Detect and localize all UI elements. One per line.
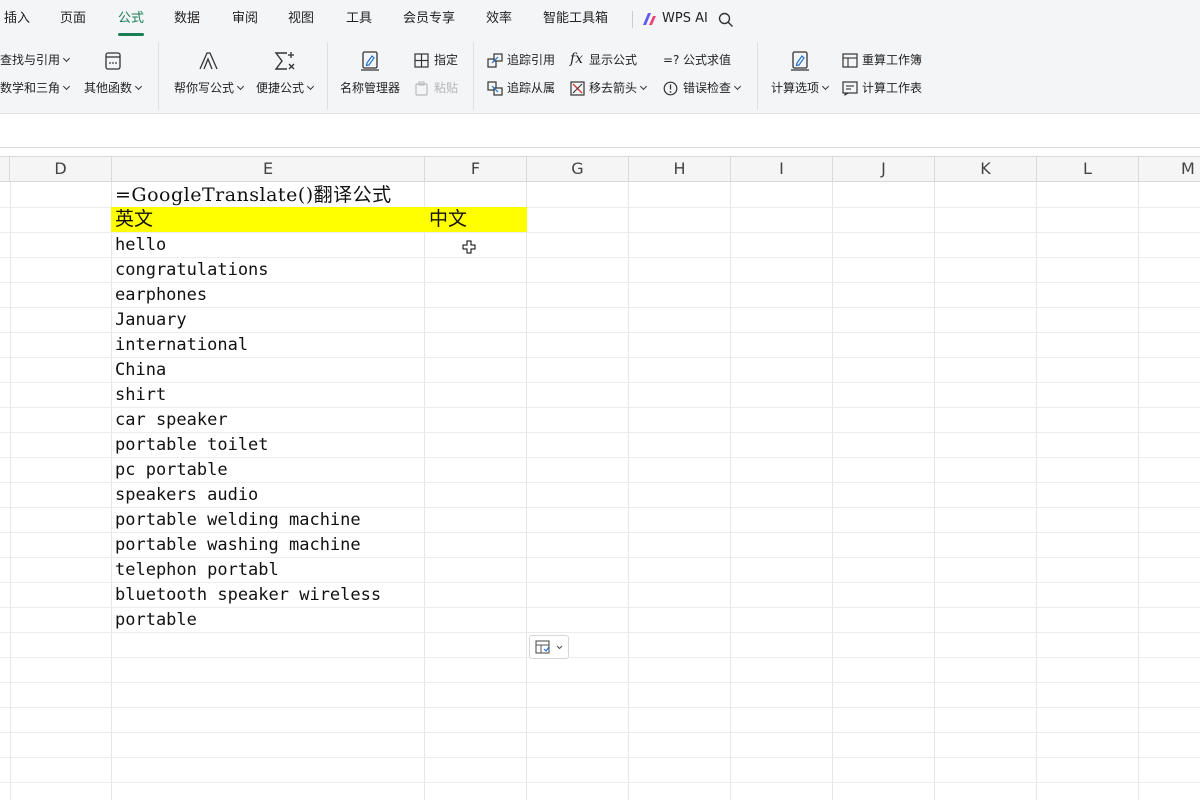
column-header-c-partial[interactable] bbox=[0, 157, 10, 181]
chevron-down-icon bbox=[556, 645, 563, 650]
paste-icon bbox=[415, 81, 428, 96]
cell-e2-header-english[interactable]: 英文 bbox=[111, 207, 425, 232]
column-header-i[interactable]: I bbox=[731, 157, 833, 181]
column-header-g[interactable]: G bbox=[527, 157, 629, 181]
gridline bbox=[0, 707, 1200, 708]
remove-arrows-button[interactable]: 移去箭头 bbox=[589, 80, 646, 96]
column-header-k[interactable]: K bbox=[935, 157, 1037, 181]
remove-arrows-icon[interactable] bbox=[570, 81, 586, 96]
evaluate-formula-icon[interactable]: =? bbox=[663, 52, 679, 68]
cell-e-word[interactable]: earphones bbox=[111, 283, 425, 308]
cell-e-word[interactable]: congratulations bbox=[111, 258, 425, 283]
evaluate-formula-button[interactable]: 公式求值 bbox=[683, 52, 731, 68]
cell-e-word[interactable]: portable bbox=[111, 608, 425, 633]
ribbon-divider bbox=[757, 42, 758, 110]
gridline bbox=[0, 682, 1200, 683]
cell-e-word[interactable]: hello bbox=[111, 233, 425, 258]
menu-smart-toolbox[interactable]: 智能工具箱 bbox=[543, 0, 608, 38]
gridline bbox=[0, 757, 1200, 758]
column-headers: D E F G H I J K L M bbox=[0, 156, 1200, 182]
recalc-workbook-button[interactable]: 重算工作簿 bbox=[862, 52, 922, 68]
menu-efficiency[interactable]: 效率 bbox=[486, 0, 512, 38]
formula-bar[interactable] bbox=[0, 114, 1200, 148]
ribbon-divider bbox=[158, 42, 159, 110]
gridline bbox=[0, 657, 1200, 658]
cell-e-word[interactable]: portable toilet bbox=[111, 433, 425, 458]
cell-e-word[interactable]: China bbox=[111, 358, 425, 383]
menu-review[interactable]: 审阅 bbox=[232, 0, 258, 38]
menu-member[interactable]: 会员专享 bbox=[403, 0, 455, 38]
menu-data[interactable]: 数据 bbox=[174, 0, 200, 38]
column-header-j[interactable]: J bbox=[833, 157, 935, 181]
recalc-workbook-icon[interactable] bbox=[842, 53, 858, 68]
calc-sheet-icon[interactable] bbox=[842, 81, 858, 96]
cell-e-word[interactable]: portable welding machine bbox=[111, 508, 425, 533]
paste-button: 粘贴 bbox=[434, 81, 459, 95]
column-header-d[interactable]: D bbox=[10, 157, 112, 181]
cell-e-word[interactable]: international bbox=[111, 333, 425, 358]
ribbon-divider bbox=[473, 42, 474, 110]
ribbon-toolbar: 查找与引用 数学和三角 其他函数 帮你写公式 便捷公式 名称管理器 指定 粘贴 bbox=[0, 38, 1200, 114]
error-check-icon[interactable] bbox=[663, 81, 678, 96]
column-header-l[interactable]: L bbox=[1037, 157, 1139, 181]
cell-e-word[interactable]: shirt bbox=[111, 383, 425, 408]
cell-e-word[interactable]: portable washing machine bbox=[111, 533, 425, 558]
formula-helper-button[interactable]: 帮你写公式 bbox=[174, 80, 243, 96]
cell-e1-title[interactable]: =GoogleTranslate()翻译公式 bbox=[111, 183, 531, 208]
calc-options-icon[interactable] bbox=[789, 50, 811, 72]
paste-options-button[interactable] bbox=[529, 635, 569, 659]
trace-dependents-icon[interactable] bbox=[487, 81, 503, 96]
paste-options-icon bbox=[535, 640, 550, 654]
cell-e-word[interactable]: speakers audio bbox=[111, 483, 425, 508]
menu-tools[interactable]: 工具 bbox=[346, 0, 372, 38]
quick-formula-icon[interactable] bbox=[273, 50, 297, 72]
search-icon[interactable] bbox=[718, 12, 734, 28]
menu-wps-ai[interactable]: WPS AI bbox=[662, 0, 708, 38]
column-header-f[interactable]: F bbox=[425, 157, 527, 181]
menu-bar: 插入 页面 公式 数据 审阅 视图 工具 会员专享 效率 智能工具箱 WPS A… bbox=[0, 0, 1200, 38]
cell-e-word[interactable]: pc portable bbox=[111, 458, 425, 483]
calc-sheet-button[interactable]: 计算工作表 bbox=[862, 80, 922, 96]
cell-e-word[interactable]: January bbox=[111, 308, 425, 333]
active-tab-indicator bbox=[118, 33, 144, 36]
name-manager-icon[interactable] bbox=[359, 50, 381, 72]
other-functions-icon[interactable] bbox=[103, 51, 123, 71]
show-formulas-button[interactable]: 显示公式 bbox=[589, 52, 637, 68]
calc-options-button[interactable]: 计算选项 bbox=[771, 80, 828, 96]
column-header-m[interactable]: M bbox=[1139, 157, 1200, 181]
trace-precedents-icon[interactable] bbox=[487, 53, 503, 68]
gridline bbox=[0, 782, 1200, 783]
assign-icon[interactable] bbox=[414, 53, 429, 68]
gridline bbox=[0, 732, 1200, 733]
menu-divider bbox=[632, 11, 633, 28]
show-formulas-icon[interactable]: fx bbox=[570, 51, 583, 67]
wps-ai-logo-icon bbox=[643, 13, 656, 25]
menu-insert[interactable]: 插入 bbox=[4, 0, 30, 38]
assign-button[interactable]: 指定 bbox=[434, 52, 458, 68]
column-header-h[interactable]: H bbox=[629, 157, 731, 181]
menu-page[interactable]: 页面 bbox=[60, 0, 86, 38]
menu-view[interactable]: 视图 bbox=[288, 0, 314, 38]
math-trig-button[interactable]: 数学和三角 bbox=[0, 80, 69, 96]
cell-e-word[interactable]: telephon portabl bbox=[111, 558, 425, 583]
ribbon-divider bbox=[327, 42, 328, 110]
spreadsheet-grid[interactable]: =GoogleTranslate()翻译公式 英文 中文 hello congr… bbox=[0, 182, 1200, 800]
column-header-e[interactable]: E bbox=[112, 157, 425, 181]
quick-formula-button[interactable]: 便捷公式 bbox=[256, 80, 313, 96]
trace-dependents-button[interactable]: 追踪从属 bbox=[507, 80, 555, 96]
formula-helper-icon[interactable] bbox=[197, 50, 219, 72]
trace-precedents-button[interactable]: 追踪引用 bbox=[507, 52, 555, 68]
lookup-reference-button[interactable]: 查找与引用 bbox=[0, 52, 69, 68]
cell-f2-header-chinese[interactable]: 中文 bbox=[425, 207, 527, 232]
cell-select-cursor-icon bbox=[462, 240, 476, 254]
other-functions-button[interactable]: 其他函数 bbox=[84, 80, 141, 96]
cell-e-word[interactable]: bluetooth speaker wireless bbox=[111, 583, 425, 608]
name-manager-button[interactable]: 名称管理器 bbox=[340, 80, 400, 96]
error-check-button[interactable]: 错误检查 bbox=[683, 80, 740, 96]
cell-e-word[interactable]: car speaker bbox=[111, 408, 425, 433]
